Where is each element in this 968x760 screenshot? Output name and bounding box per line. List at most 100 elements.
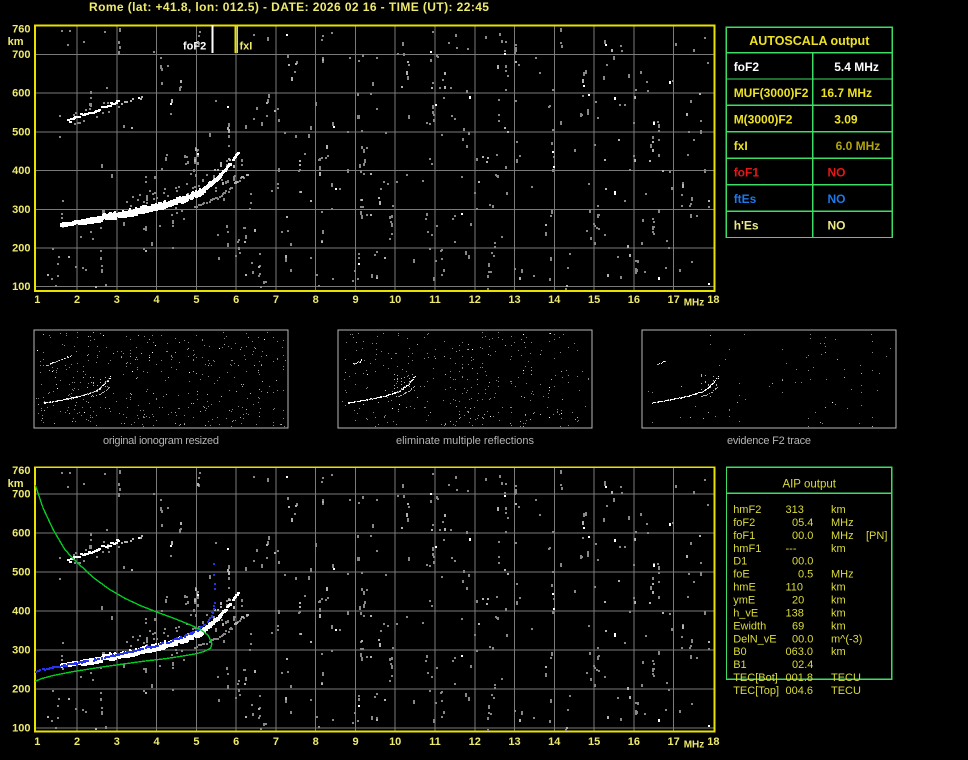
svg-text:3.09: 3.09 xyxy=(834,113,858,127)
svg-text:14: 14 xyxy=(548,294,561,306)
svg-text:foF1: foF1 xyxy=(734,166,760,180)
svg-text:100: 100 xyxy=(12,722,30,734)
svg-text:9: 9 xyxy=(352,736,358,748)
svg-text:02.4: 02.4 xyxy=(792,659,813,671)
svg-text:7: 7 xyxy=(273,294,279,306)
svg-text:MHz: MHz xyxy=(831,517,854,529)
svg-text:TEC[Top]: TEC[Top] xyxy=(733,685,779,697)
svg-text:NO: NO xyxy=(828,218,846,232)
svg-text:D1: D1 xyxy=(733,556,747,568)
svg-text:AUTOSCALA output: AUTOSCALA output xyxy=(749,34,870,48)
svg-text:km: km xyxy=(831,646,846,658)
svg-text:760: 760 xyxy=(12,465,30,477)
svg-text:00.0: 00.0 xyxy=(792,556,813,568)
svg-text:18: 18 xyxy=(707,736,719,748)
svg-text:foE: foE xyxy=(733,569,750,581)
svg-text:h_vE: h_vE xyxy=(733,607,758,619)
svg-text:MHz: MHz xyxy=(831,530,854,542)
svg-text:[PN]: [PN] xyxy=(866,530,887,542)
svg-text:05.4: 05.4 xyxy=(792,517,813,529)
svg-text:0.5: 0.5 xyxy=(798,569,813,581)
svg-text:13: 13 xyxy=(508,294,520,306)
svg-text:10: 10 xyxy=(389,736,401,748)
svg-text:B0: B0 xyxy=(733,646,746,658)
svg-text:8: 8 xyxy=(313,736,319,748)
svg-text:700: 700 xyxy=(12,49,30,61)
svg-text:500: 500 xyxy=(12,566,30,578)
svg-text:200: 200 xyxy=(12,243,30,255)
svg-text:12: 12 xyxy=(469,736,481,748)
svg-text:00.0: 00.0 xyxy=(792,633,813,645)
svg-text:fxI: fxI xyxy=(240,41,253,53)
svg-text:Rome (lat: +41.8, lon: 012.5): Rome (lat: +41.8, lon: 012.5) - DATE: 20… xyxy=(89,0,489,14)
svg-text:5: 5 xyxy=(193,736,199,748)
svg-text:km: km xyxy=(831,504,846,516)
svg-text:13: 13 xyxy=(508,736,520,748)
svg-text:MHz: MHz xyxy=(831,569,854,581)
svg-text:3: 3 xyxy=(114,294,120,306)
svg-text:2: 2 xyxy=(74,294,80,306)
svg-text:km: km xyxy=(831,595,846,607)
svg-text:MHz: MHz xyxy=(684,740,705,751)
svg-text:km: km xyxy=(831,543,846,555)
svg-text:original ionogram resized: original ionogram resized xyxy=(103,435,219,447)
svg-text:12: 12 xyxy=(469,294,481,306)
svg-text:km: km xyxy=(8,36,24,48)
svg-text:138: 138 xyxy=(786,607,804,619)
svg-text:ftEs: ftEs xyxy=(734,192,757,206)
svg-text:h'Es: h'Es xyxy=(734,218,759,232)
svg-text:16: 16 xyxy=(628,294,640,306)
svg-text:200: 200 xyxy=(12,683,30,695)
svg-text:300: 300 xyxy=(12,204,30,216)
svg-text:400: 400 xyxy=(12,605,30,617)
svg-text:km: km xyxy=(831,582,846,594)
svg-text:foF2: foF2 xyxy=(734,60,760,74)
svg-text:m^(-3): m^(-3) xyxy=(831,633,862,645)
svg-text:DelN_vE: DelN_vE xyxy=(733,633,776,645)
svg-text:ymE: ymE xyxy=(733,595,755,607)
svg-text:foF2: foF2 xyxy=(733,517,755,529)
svg-text:1: 1 xyxy=(34,736,40,748)
svg-text:TECU: TECU xyxy=(831,672,861,684)
svg-text:16: 16 xyxy=(628,736,640,748)
svg-text:fxI: fxI xyxy=(734,139,748,153)
svg-text:10: 10 xyxy=(389,294,401,306)
svg-text:20: 20 xyxy=(792,595,804,607)
svg-text:hmF2: hmF2 xyxy=(733,504,761,516)
svg-text:9: 9 xyxy=(352,294,358,306)
svg-text:Ewidth: Ewidth xyxy=(733,620,766,632)
svg-text:7: 7 xyxy=(273,736,279,748)
svg-text:100: 100 xyxy=(12,281,30,293)
svg-text:foF2: foF2 xyxy=(183,41,206,53)
svg-text:6: 6 xyxy=(233,736,239,748)
svg-text:16.7 MHz: 16.7 MHz xyxy=(821,86,872,100)
svg-text:hmE: hmE xyxy=(733,582,756,594)
svg-text:18: 18 xyxy=(707,294,719,306)
svg-text:2: 2 xyxy=(74,736,80,748)
svg-text:4: 4 xyxy=(154,736,161,748)
svg-text:001.8: 001.8 xyxy=(786,672,814,684)
svg-text:700: 700 xyxy=(12,488,30,500)
svg-text:km: km xyxy=(831,607,846,619)
svg-text:MUF(3000)F2: MUF(3000)F2 xyxy=(734,86,809,100)
svg-text:1: 1 xyxy=(34,294,40,306)
svg-text:TEC[Bot]: TEC[Bot] xyxy=(733,672,778,684)
svg-text:6: 6 xyxy=(233,294,239,306)
svg-text:4: 4 xyxy=(154,294,161,306)
svg-text:11: 11 xyxy=(429,294,441,306)
svg-text:8: 8 xyxy=(313,294,319,306)
svg-text:AIP output: AIP output xyxy=(782,478,836,490)
svg-text:15: 15 xyxy=(588,736,600,748)
svg-text:14: 14 xyxy=(548,736,561,748)
svg-text:hmF1: hmF1 xyxy=(733,543,761,555)
svg-text:15: 15 xyxy=(588,294,600,306)
svg-text:TECU: TECU xyxy=(831,685,861,697)
svg-text:km: km xyxy=(831,620,846,632)
svg-text:NO: NO xyxy=(828,192,846,206)
svg-text:5.4 MHz: 5.4 MHz xyxy=(834,60,879,74)
svg-text:17: 17 xyxy=(667,736,679,748)
svg-text:NO: NO xyxy=(828,166,846,180)
svg-text:69: 69 xyxy=(792,620,804,632)
svg-text:17: 17 xyxy=(667,294,679,306)
svg-text:110: 110 xyxy=(786,582,804,594)
